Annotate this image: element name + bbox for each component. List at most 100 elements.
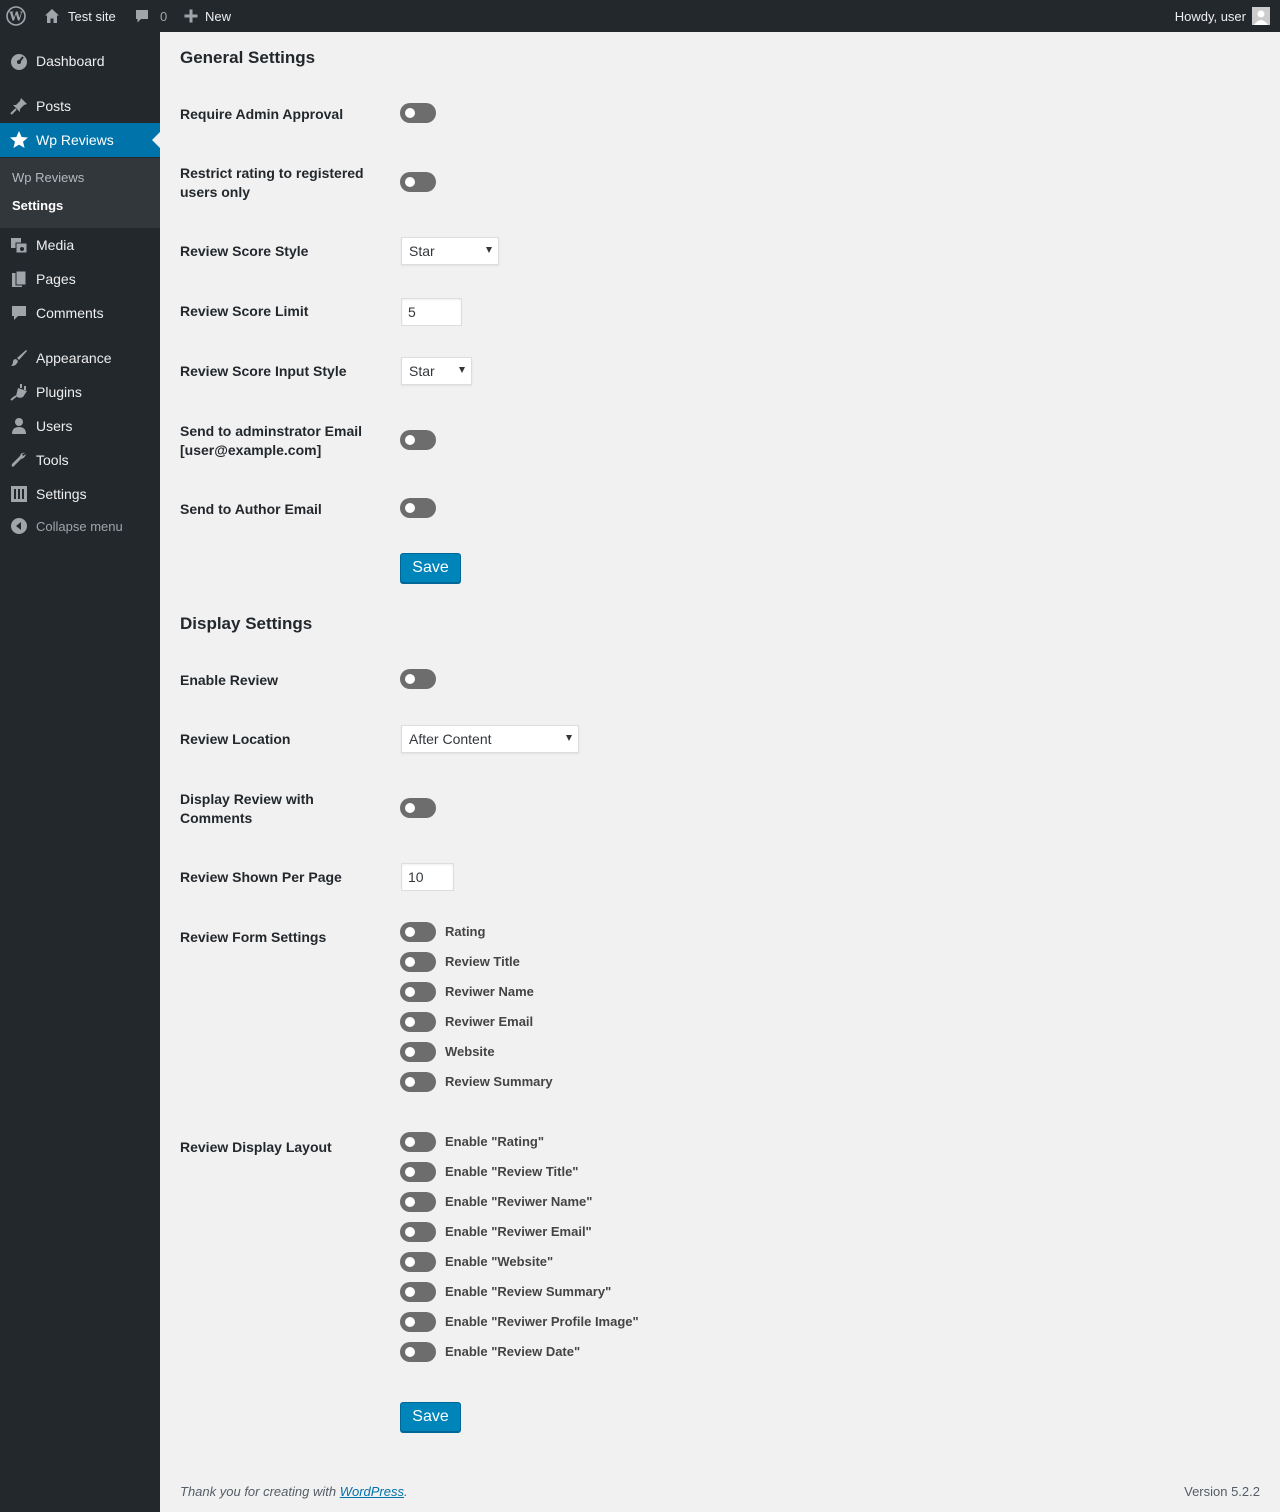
sidebar-item-settings[interactable]: Settings [0,477,160,511]
form-field-toggle[interactable] [400,982,436,1002]
form-field-label: Website [445,1044,495,1059]
form-field-label: Reviwer Email [445,1014,534,1029]
display-save-button[interactable]: Save [400,1402,461,1432]
sidebar-item-tools[interactable]: Tools [0,443,160,477]
author-email-toggle[interactable] [400,498,436,518]
review-score-input-style-select[interactable]: Star [401,357,472,385]
form-field-label: Review Title [445,954,520,969]
admin-bar: W Test site 0 New Howdy, user [0,0,1280,32]
form-field-toggle[interactable] [400,1072,436,1092]
brush-icon [9,348,29,368]
wordpress-logo-icon[interactable]: W [6,0,28,32]
display-with-comments-toggle[interactable] [400,798,436,818]
layout-field-toggle[interactable] [400,1342,436,1362]
layout-field-toggle[interactable] [400,1132,436,1152]
sidebar-item-label: Tools [36,452,69,468]
restrict-rating-label: Restrict rating to registered users only [180,165,364,200]
layout-field-toggle[interactable] [400,1282,436,1302]
sidebar-item-label: Settings [36,486,87,502]
submenu-item-settings[interactable]: Settings [12,198,63,213]
sidebar-item-comments[interactable]: Comments [0,296,160,330]
sidebar-item-media[interactable]: Media [0,228,160,262]
sidebar-item-label: Pages [36,271,76,287]
layout-field-toggle[interactable] [400,1192,436,1212]
layout-field-label: Enable "Rating" [445,1134,545,1149]
pin-icon [9,96,29,116]
star-icon [9,130,29,150]
form-field-toggle[interactable] [400,922,436,942]
home-icon [44,8,60,24]
require-admin-approval-label: Require Admin Approval [180,106,344,122]
new-content-link[interactable]: New [184,0,231,32]
enable-review-label: Enable Review [180,672,279,688]
avatar [1252,7,1270,25]
sidebar-item-label: Appearance [36,350,112,366]
sidebar-item-wp-reviews[interactable]: Wp Reviews [0,123,160,157]
site-name-link[interactable]: Test site [44,0,116,32]
collapse-menu-button[interactable]: Collapse menu [0,509,160,543]
review-score-style-label: Review Score Style [180,243,309,259]
comments-count: 0 [160,8,168,24]
form-field-label: Reviwer Name [445,984,534,999]
form-field-toggle[interactable] [400,1042,436,1062]
review-score-input-style-value: Star [409,363,435,379]
sidebar-item-appearance[interactable]: Appearance [0,341,160,375]
require-admin-approval-toggle[interactable] [400,103,436,123]
chevron-down-icon [486,247,492,253]
sidebar-item-pages[interactable]: Pages [0,262,160,296]
chevron-down-icon [566,735,572,741]
collapse-arrow-icon [9,516,29,536]
review-per-page-input[interactable] [401,863,454,891]
layout-field-toggle[interactable] [400,1222,436,1242]
display-with-comments-label: Display Review with Comments [180,791,314,826]
review-score-limit-input[interactable] [401,298,462,326]
submenu-item-wp-reviews[interactable]: Wp Reviews [12,170,84,185]
dashboard-icon [9,51,29,71]
review-form-settings-label: Review Form Settings [180,929,327,945]
footer-thanks-suffix: . [404,1484,408,1499]
site-name: Test site [68,8,116,24]
admin-email-toggle[interactable] [400,430,436,450]
wordpress-link[interactable]: WordPress [340,1484,404,1499]
sidebar-item-label: Comments [36,305,104,321]
general-save-button[interactable]: Save [400,553,461,583]
layout-field-label: Enable "Review Title" [445,1164,579,1179]
form-field-toggle[interactable] [400,1012,436,1032]
comment-icon [9,303,29,323]
user-icon [9,416,29,436]
review-location-label: Review Location [180,731,291,747]
howdy-text: Howdy, user [1174,8,1246,24]
media-icon [9,235,29,255]
enable-review-toggle[interactable] [400,669,436,689]
review-per-page-label: Review Shown Per Page [180,869,342,885]
restrict-rating-toggle[interactable] [400,172,436,192]
sidebar-item-plugins[interactable]: Plugins [0,375,160,409]
general-settings-title: General Settings [180,48,316,67]
form-field-toggle[interactable] [400,952,436,972]
chevron-down-icon [459,367,465,373]
sidebar-item-posts[interactable]: Posts [0,89,160,123]
sidebar-item-users[interactable]: Users [0,409,160,443]
account-menu[interactable]: Howdy, user [1175,0,1270,32]
layout-field-label: Enable "Reviwer Profile Image" [445,1314,639,1329]
main-content: General Settings Require Admin Approval … [160,32,1280,1512]
footer-version: Version 5.2.2 [1184,1484,1260,1499]
review-location-select[interactable]: After Content [401,725,579,753]
review-display-layout-label: Review Display Layout [180,1139,332,1155]
layout-field-toggle[interactable] [400,1312,436,1332]
layout-field-label: Enable "Review Summary" [445,1284,612,1299]
footer-thanks-prefix: Thank you for creating with [180,1484,337,1499]
layout-field-toggle[interactable] [400,1162,436,1182]
review-score-style-select[interactable]: Star [401,237,499,265]
review-location-value: After Content [409,731,492,747]
layout-field-label: Enable "Reviwer Name" [445,1194,593,1209]
collapse-menu-label: Collapse menu [36,518,123,534]
review-score-limit-label: Review Score Limit [180,303,309,319]
footer-thanks: Thank you for creating with WordPress. [180,1484,408,1499]
new-label: New [205,8,232,24]
layout-field-toggle[interactable] [400,1252,436,1272]
admin-sidebar: Dashboard Posts Wp Reviews Wp Reviews Se… [0,32,160,1512]
form-field-label: Rating [445,924,486,939]
comments-link[interactable]: 0 [134,0,167,32]
sidebar-item-dashboard[interactable]: Dashboard [0,44,160,78]
